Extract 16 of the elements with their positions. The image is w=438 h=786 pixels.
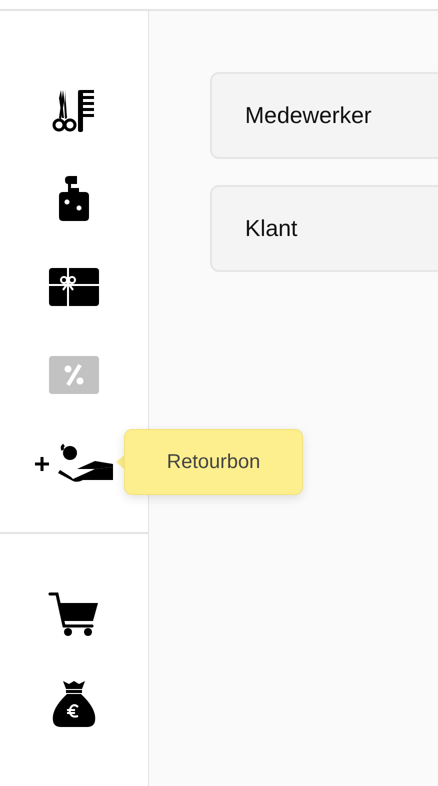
- sidebar-button[interactable]: [51, 88, 97, 134]
- gift-card-icon: [49, 268, 99, 306]
- select-field[interactable]: Medewerker: [210, 72, 438, 159]
- percent-icon: [49, 356, 99, 394]
- tooltip: Retourbon: [124, 429, 303, 495]
- soap-bottle-icon: [57, 176, 91, 222]
- select-field[interactable]: Klant: [210, 185, 438, 272]
- sidebar-button[interactable]: [51, 679, 97, 729]
- sidebar-button[interactable]: [57, 176, 91, 222]
- sidebar-button[interactable]: [33, 443, 115, 483]
- money-bag-icon: [51, 679, 97, 729]
- scissors-comb-icon: [51, 88, 97, 134]
- shopping-cart-icon: [48, 591, 100, 637]
- add-hand-coin-icon: [33, 443, 115, 483]
- sidebar-button[interactable]: [49, 268, 99, 306]
- sidebar-button[interactable]: [48, 591, 100, 637]
